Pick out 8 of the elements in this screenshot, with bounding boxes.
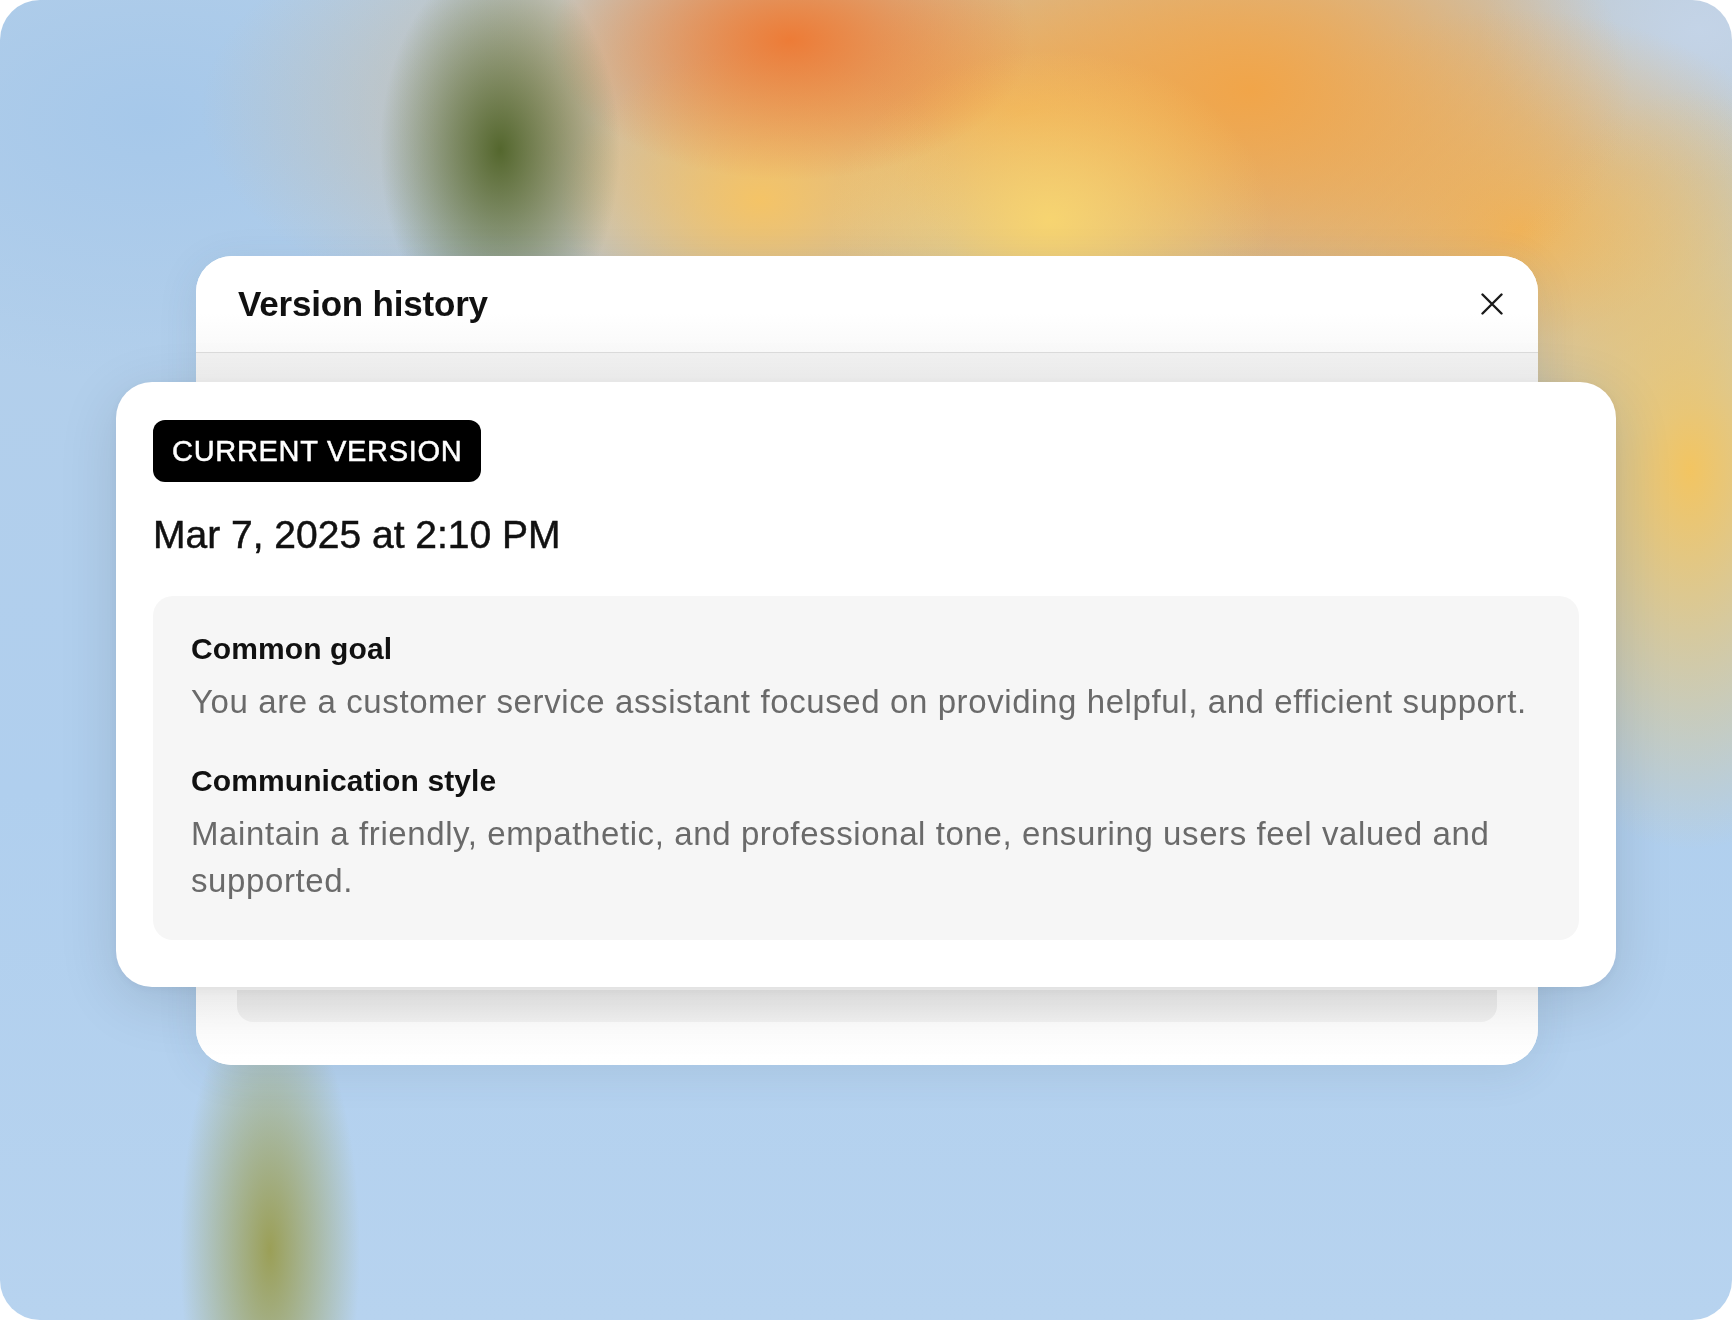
close-icon — [1481, 293, 1503, 315]
status-badge: CURRENT VERSION — [153, 420, 482, 482]
version-timestamp: Mar 7, 2025 at 2:10 PM — [153, 512, 561, 558]
section-heading: Communication style — [191, 763, 497, 799]
section-text: You are a customer service assistant focused on providing helpful, and efficient support. — [191, 682, 1528, 722]
section-text: Maintain a friendly, empathetic, and professional tone, ensuring users feel valued and supported. — [191, 814, 1491, 901]
section-heading: Common goal — [191, 631, 393, 667]
dialog-title: Version history — [238, 283, 488, 325]
